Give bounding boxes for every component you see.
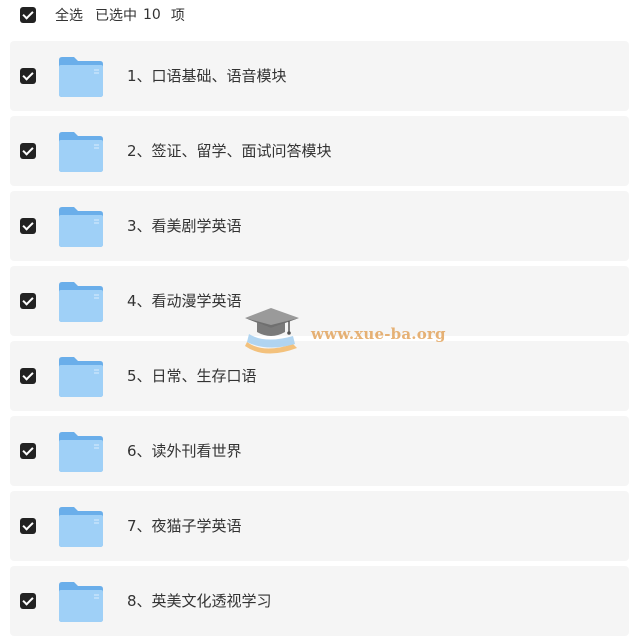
item-checkbox[interactable]	[20, 143, 36, 159]
folder-name[interactable]: 2、签证、留学、面试问答模块	[127, 140, 332, 162]
item-checkbox[interactable]	[20, 368, 36, 384]
folder-list: 1、口语基础、语音模块 2、签证、留学、面试问答模块 3、看美剧学英语 4、看动…	[10, 41, 629, 641]
folder-name[interactable]: 4、看动漫学英语	[127, 290, 242, 312]
selected-count: 10	[143, 7, 161, 23]
item-checkbox[interactable]	[20, 218, 36, 234]
item-checkbox[interactable]	[20, 518, 36, 534]
list-item[interactable]: 6、读外刊看世界	[10, 416, 629, 486]
folder-icon	[59, 357, 103, 397]
list-item[interactable]: 5、日常、生存口语	[10, 341, 629, 411]
list-item[interactable]: 7、夜猫子学英语	[10, 491, 629, 561]
folder-name[interactable]: 8、英美文化透视学习	[127, 590, 272, 612]
item-checkbox[interactable]	[20, 443, 36, 459]
folder-name[interactable]: 6、读外刊看世界	[127, 440, 242, 462]
item-checkbox[interactable]	[20, 68, 36, 84]
folder-icon	[59, 432, 103, 472]
list-item[interactable]: 1、口语基础、语音模块	[10, 41, 629, 111]
folder-icon	[59, 57, 103, 97]
folder-name[interactable]: 3、看美剧学英语	[127, 215, 242, 237]
item-checkbox[interactable]	[20, 593, 36, 609]
list-item[interactable]: 3、看美剧学英语	[10, 191, 629, 261]
selected-prefix: 已选中	[95, 8, 137, 24]
folder-name[interactable]: 1、口语基础、语音模块	[127, 65, 287, 87]
select-all-label[interactable]: 全选	[55, 5, 83, 25]
folder-icon	[59, 582, 103, 622]
item-checkbox[interactable]	[20, 293, 36, 309]
folder-icon	[59, 282, 103, 322]
select-all-checkbox[interactable]	[20, 7, 36, 23]
folder-icon	[59, 207, 103, 247]
folder-icon	[59, 507, 103, 547]
list-item[interactable]: 8、英美文化透视学习	[10, 566, 629, 636]
list-item[interactable]: 2、签证、留学、面试问答模块	[10, 116, 629, 186]
folder-name[interactable]: 5、日常、生存口语	[127, 365, 257, 387]
list-item[interactable]: 4、看动漫学英语	[10, 266, 629, 336]
selected-suffix: 项	[170, 8, 185, 24]
folder-icon	[59, 132, 103, 172]
selection-header: 全选 已选中 10 项	[20, 5, 185, 25]
folder-name[interactable]: 7、夜猫子学英语	[127, 515, 242, 537]
